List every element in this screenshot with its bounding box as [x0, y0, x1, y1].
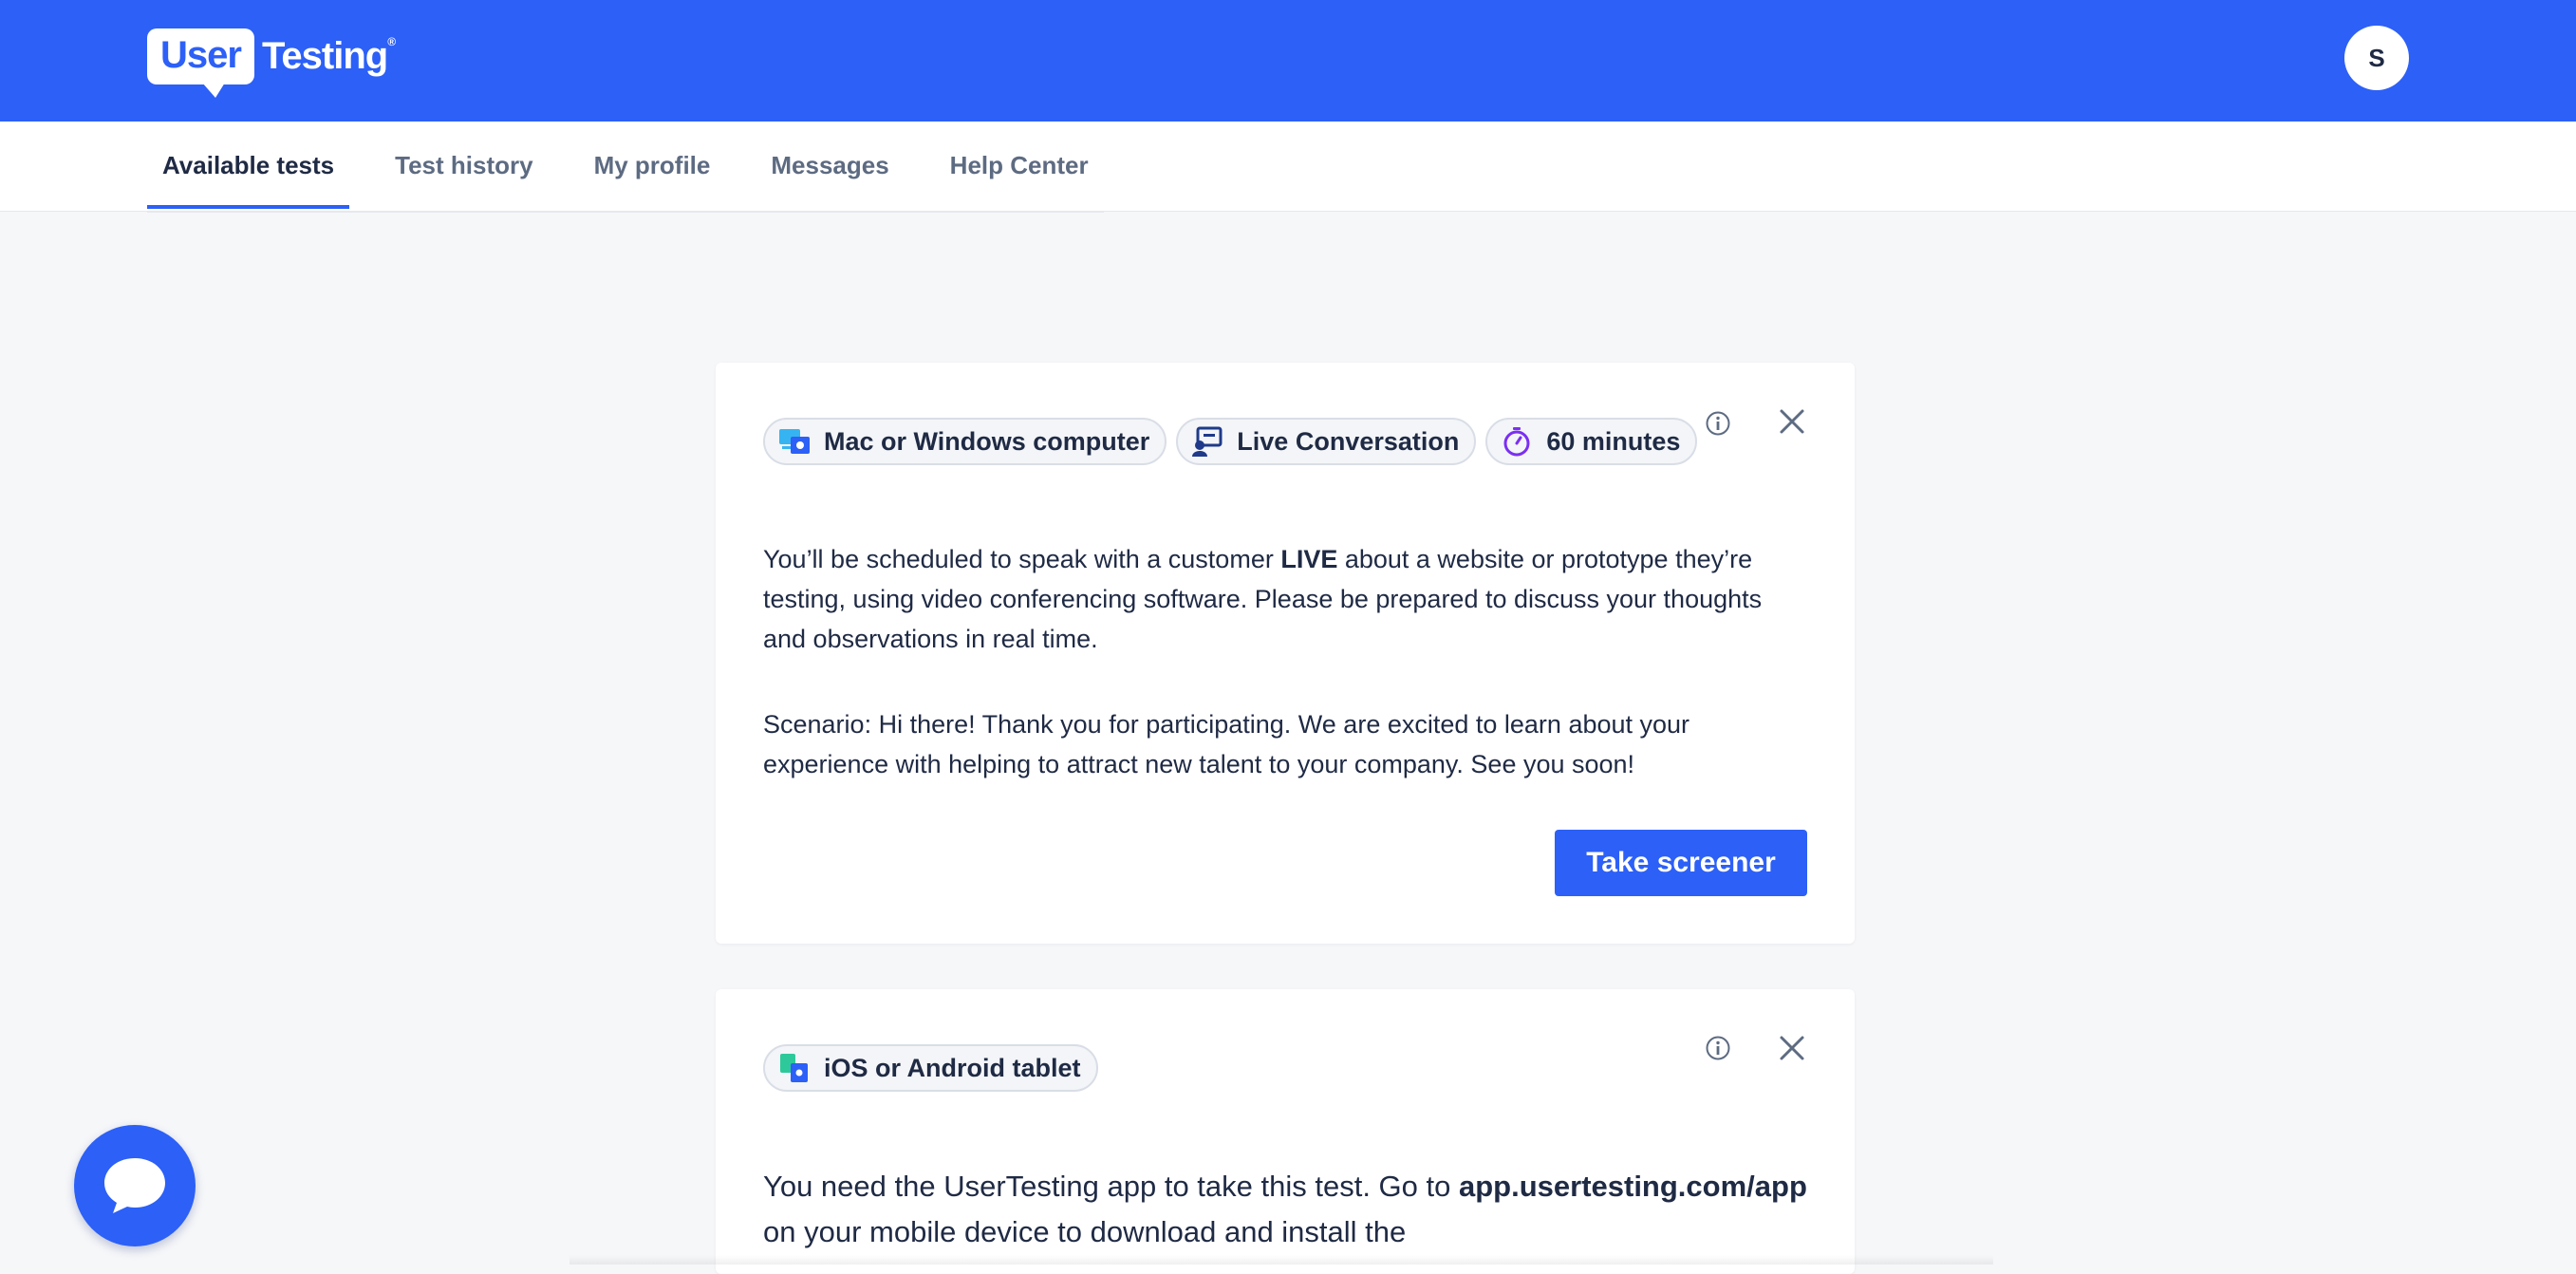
description-emphasis: LIVE — [1280, 545, 1338, 573]
tag-device: Mac or Windows computer — [763, 418, 1167, 465]
test-card: iOS or Android tablet You need the UserT… — [716, 989, 1855, 1274]
tag-label: Live Conversation — [1237, 426, 1460, 456]
tab-messages[interactable]: Messages — [756, 122, 904, 209]
logo-registered-mark: ® — [387, 34, 396, 48]
usertesting-logo[interactable]: User Testing® — [147, 27, 396, 98]
info-icon[interactable] — [1699, 1029, 1737, 1067]
take-screener-button[interactable]: Take screener — [1555, 830, 1807, 896]
test-tags: iOS or Android tablet — [763, 1044, 1108, 1092]
logo-user-mark: User — [147, 28, 254, 98]
tab-my-profile[interactable]: My profile — [579, 122, 726, 209]
tag-test-type: Live Conversation — [1176, 418, 1477, 465]
desktop-devices-icon — [778, 425, 811, 458]
tag-duration: 60 minutes — [1485, 418, 1698, 465]
tab-test-history[interactable]: Test history — [380, 122, 548, 209]
tag-label: 60 minutes — [1546, 426, 1681, 456]
close-icon[interactable] — [1773, 403, 1811, 440]
tab-help-center[interactable]: Help Center — [935, 122, 1104, 209]
stopwatch-icon — [1501, 425, 1533, 458]
test-scenario: Scenario: Hi there! Thank you for partic… — [763, 710, 1690, 778]
description-text: on your mobile device to download and in… — [763, 1215, 1407, 1248]
tab-bar: Available tests Test history My profile … — [0, 122, 2576, 213]
logo-testing-text: Testing — [261, 34, 388, 77]
test-tags: Mac or Windows computer Live Conversatio… — [763, 418, 1707, 465]
tag-label: Mac or Windows computer — [824, 426, 1150, 456]
tag-device: iOS or Android tablet — [763, 1044, 1098, 1092]
info-icon[interactable] — [1699, 404, 1737, 442]
chat-button[interactable] — [74, 1125, 196, 1246]
test-description: You’ll be scheduled to speak with a cust… — [763, 539, 1807, 659]
close-icon[interactable] — [1773, 1029, 1811, 1067]
logo-wordmark: Testing® — [261, 34, 396, 78]
test-description: You need the UserTesting app to take thi… — [763, 1164, 1807, 1255]
bottom-shadow — [569, 1255, 1993, 1265]
top-bar: User Testing® S — [0, 0, 2576, 122]
tag-label: iOS or Android tablet — [824, 1053, 1081, 1082]
tab-available-tests[interactable]: Available tests — [147, 122, 349, 209]
app-url-link[interactable]: app.usertesting.com/app — [1459, 1170, 1807, 1203]
chat-bubble-icon — [100, 1152, 170, 1219]
description-text: You’ll be scheduled to speak with a cust… — [763, 545, 1281, 573]
live-conversation-icon — [1191, 425, 1223, 458]
tablet-devices-icon — [778, 1052, 811, 1084]
test-card: Mac or Windows computer Live Conversatio… — [716, 363, 1855, 944]
user-avatar[interactable]: S — [2344, 26, 2409, 90]
description-text: You need the UserTesting app to take thi… — [763, 1170, 1459, 1203]
tab-list: Available tests Test history My profile … — [147, 122, 1104, 213]
